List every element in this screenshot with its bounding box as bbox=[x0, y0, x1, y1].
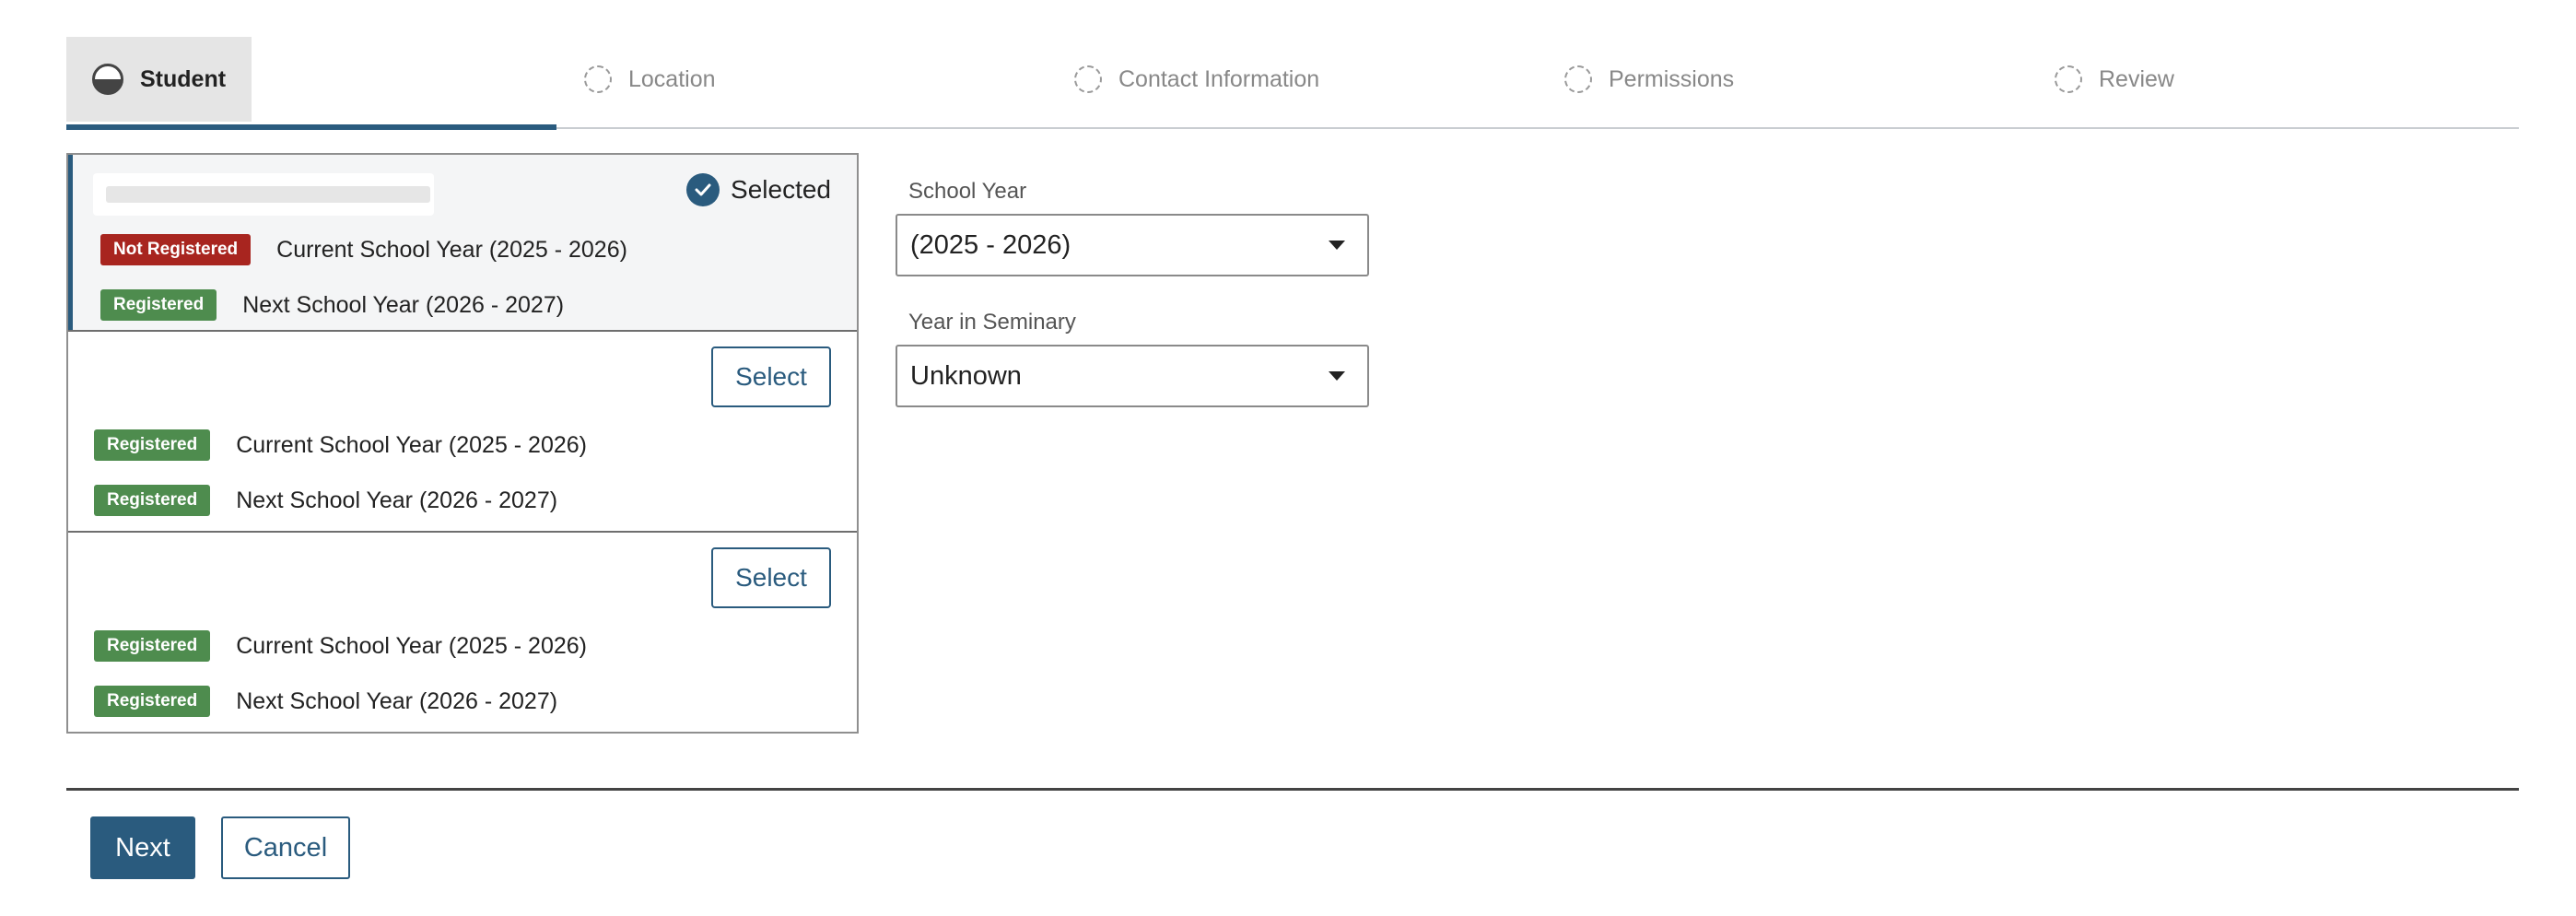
footer-divider bbox=[66, 788, 2519, 791]
step-label: Student bbox=[140, 65, 227, 92]
school-year-label: School Year bbox=[908, 179, 1027, 204]
student-card[interactable]: Select Registered Current School Year (2… bbox=[68, 531, 857, 732]
year-in-seminary-field: Year in Seminary Unknown bbox=[896, 310, 1369, 407]
step-student[interactable]: Student bbox=[66, 37, 252, 122]
half-circle-icon bbox=[92, 64, 123, 95]
registration-row: Registered Next School Year (2026 - 2027… bbox=[94, 686, 557, 717]
year-in-seminary-select[interactable]: Unknown bbox=[896, 345, 1369, 407]
active-step-indicator bbox=[66, 124, 556, 130]
year-in-seminary-label: Year in Seminary bbox=[908, 310, 1076, 335]
select-student-button[interactable]: Select bbox=[711, 346, 831, 407]
progress-stepper: Student Location Contact Information Per… bbox=[66, 37, 2519, 130]
step-permissions[interactable]: Permissions bbox=[1564, 37, 1734, 122]
school-year-text: Current School Year (2025 - 2026) bbox=[236, 431, 588, 458]
registration-row: Not Registered Current School Year (2025… bbox=[100, 234, 627, 265]
step-label: Permissions bbox=[1609, 65, 1735, 92]
school-year-text: Current School Year (2025 - 2026) bbox=[236, 632, 588, 659]
next-button[interactable]: Next bbox=[90, 816, 195, 879]
status-badge: Registered bbox=[94, 686, 211, 717]
school-year-field: School Year (2025 - 2026) bbox=[896, 179, 1369, 276]
step-label: Review bbox=[2099, 65, 2174, 92]
student-list: Selected Not Registered Current School Y… bbox=[66, 153, 859, 734]
school-year-text: Next School Year (2026 - 2027) bbox=[236, 687, 558, 714]
select-student-button[interactable]: Select bbox=[711, 547, 831, 608]
registration-row: Registered Next School Year (2026 - 2027… bbox=[100, 289, 564, 321]
dashed-circle-icon bbox=[2055, 65, 2082, 93]
step-location[interactable]: Location bbox=[584, 37, 716, 122]
caret-down-icon bbox=[1329, 241, 1345, 250]
check-circle-icon bbox=[686, 173, 720, 206]
status-badge: Not Registered bbox=[100, 234, 252, 265]
registration-row: Registered Current School Year (2025 - 2… bbox=[94, 429, 587, 461]
student-name-redacted bbox=[93, 173, 434, 216]
step-contact-information[interactable]: Contact Information bbox=[1074, 37, 1319, 122]
student-card[interactable]: Select Registered Current School Year (2… bbox=[68, 330, 857, 531]
status-badge: Registered bbox=[100, 289, 217, 321]
student-card-selected[interactable]: Selected Not Registered Current School Y… bbox=[68, 155, 857, 330]
selected-indicator: Selected bbox=[686, 173, 831, 206]
cancel-button[interactable]: Cancel bbox=[221, 816, 350, 879]
dashed-circle-icon bbox=[1564, 65, 1592, 93]
school-year-text: Next School Year (2026 - 2027) bbox=[242, 291, 565, 318]
registration-row: Registered Current School Year (2025 - 2… bbox=[94, 630, 587, 662]
dashed-circle-icon bbox=[584, 65, 612, 93]
school-year-text: Current School Year (2025 - 2026) bbox=[276, 236, 627, 263]
status-badge: Registered bbox=[94, 429, 211, 461]
caret-down-icon bbox=[1329, 371, 1345, 381]
step-label: Contact Information bbox=[1118, 65, 1320, 92]
status-badge: Registered bbox=[94, 630, 211, 662]
registration-row: Registered Next School Year (2026 - 2027… bbox=[94, 485, 557, 516]
status-badge: Registered bbox=[94, 485, 211, 516]
selected-label: Selected bbox=[731, 175, 831, 204]
school-year-value: (2025 - 2026) bbox=[910, 229, 1071, 260]
step-label: Location bbox=[628, 65, 716, 92]
year-in-seminary-value: Unknown bbox=[910, 360, 1022, 391]
school-year-select[interactable]: (2025 - 2026) bbox=[896, 214, 1369, 276]
dashed-circle-icon bbox=[1074, 65, 1102, 93]
school-year-text: Next School Year (2026 - 2027) bbox=[236, 487, 558, 513]
step-review[interactable]: Review bbox=[2055, 37, 2174, 122]
